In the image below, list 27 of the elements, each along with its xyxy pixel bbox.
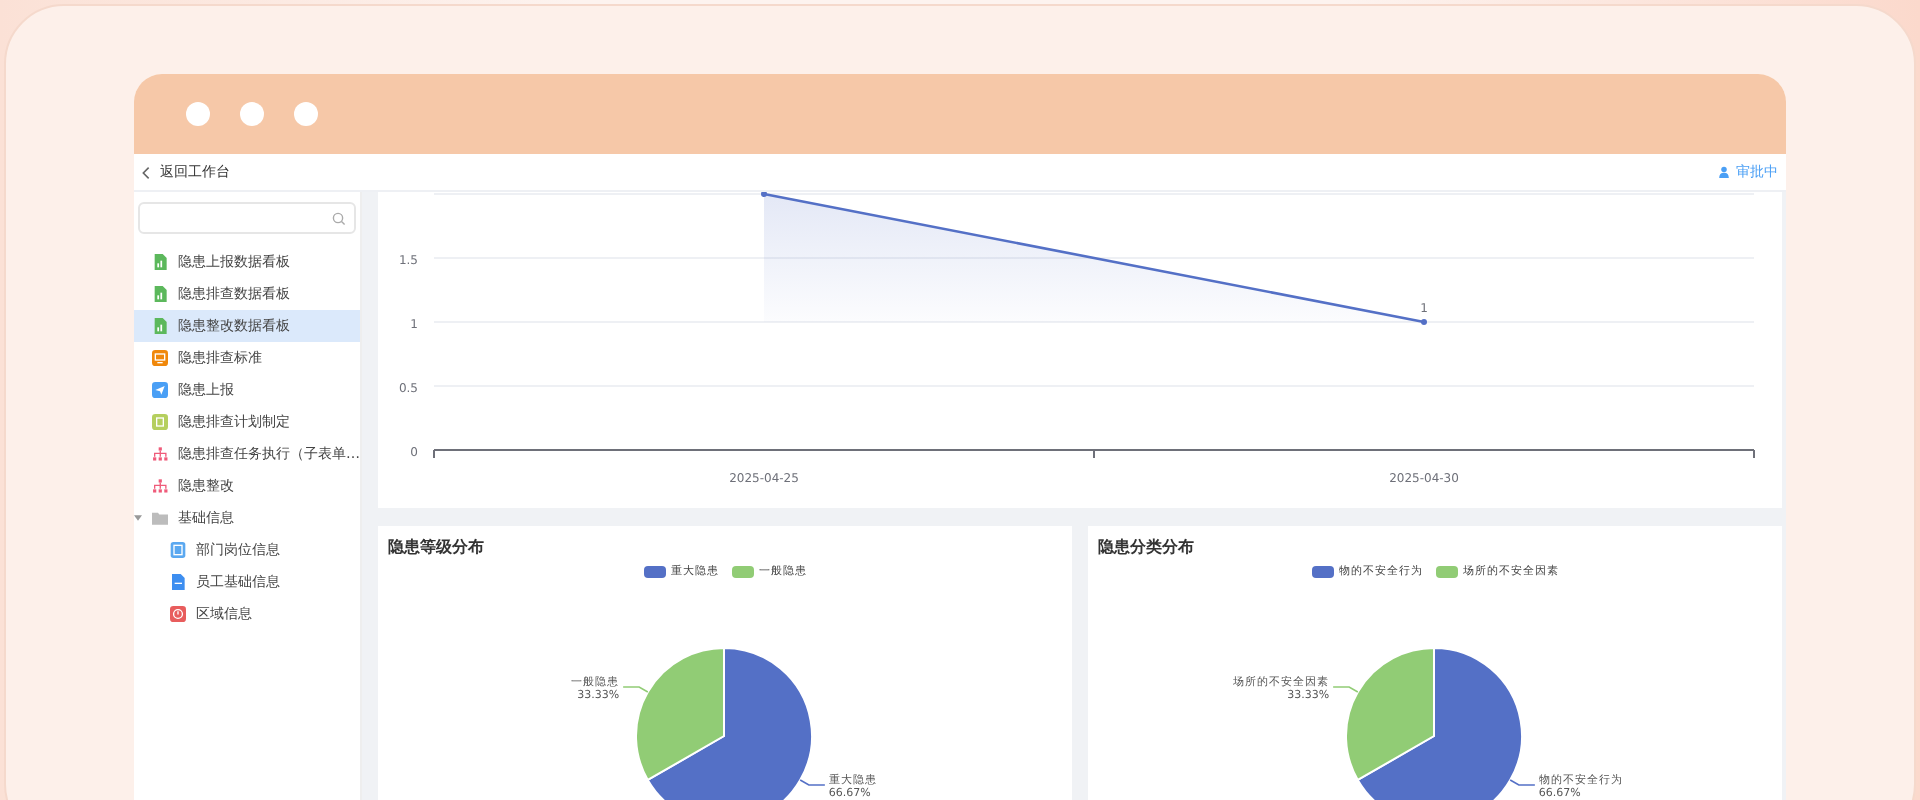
document-icon	[170, 542, 186, 558]
card-title: 隐患分类分布	[1096, 536, 1196, 558]
chevron-left-icon	[142, 165, 150, 179]
data-point	[1421, 319, 1427, 325]
paper-plane-icon	[152, 382, 168, 398]
search-icon	[332, 211, 346, 225]
leader-line	[622, 686, 649, 693]
window-dot-icon	[186, 102, 210, 126]
hierarchy-icon	[152, 446, 168, 462]
document-icon	[152, 254, 168, 270]
search-field[interactable]	[138, 202, 356, 234]
window-dot-icon	[240, 102, 264, 126]
leader-line	[1509, 779, 1536, 786]
data-point	[761, 192, 767, 197]
document-icon	[152, 414, 168, 430]
card-title: 隐患等级分布	[386, 536, 486, 558]
leader-line	[799, 779, 826, 786]
document-icon	[152, 318, 168, 334]
document-icon	[170, 574, 186, 590]
person-icon	[1718, 166, 1730, 178]
monitor-icon	[152, 350, 168, 366]
clock-icon	[170, 606, 186, 622]
hierarchy-icon	[152, 478, 168, 494]
window-dot-icon	[294, 102, 318, 126]
leader-line	[1332, 686, 1359, 693]
folder-icon	[152, 510, 168, 526]
document-icon	[152, 286, 168, 302]
